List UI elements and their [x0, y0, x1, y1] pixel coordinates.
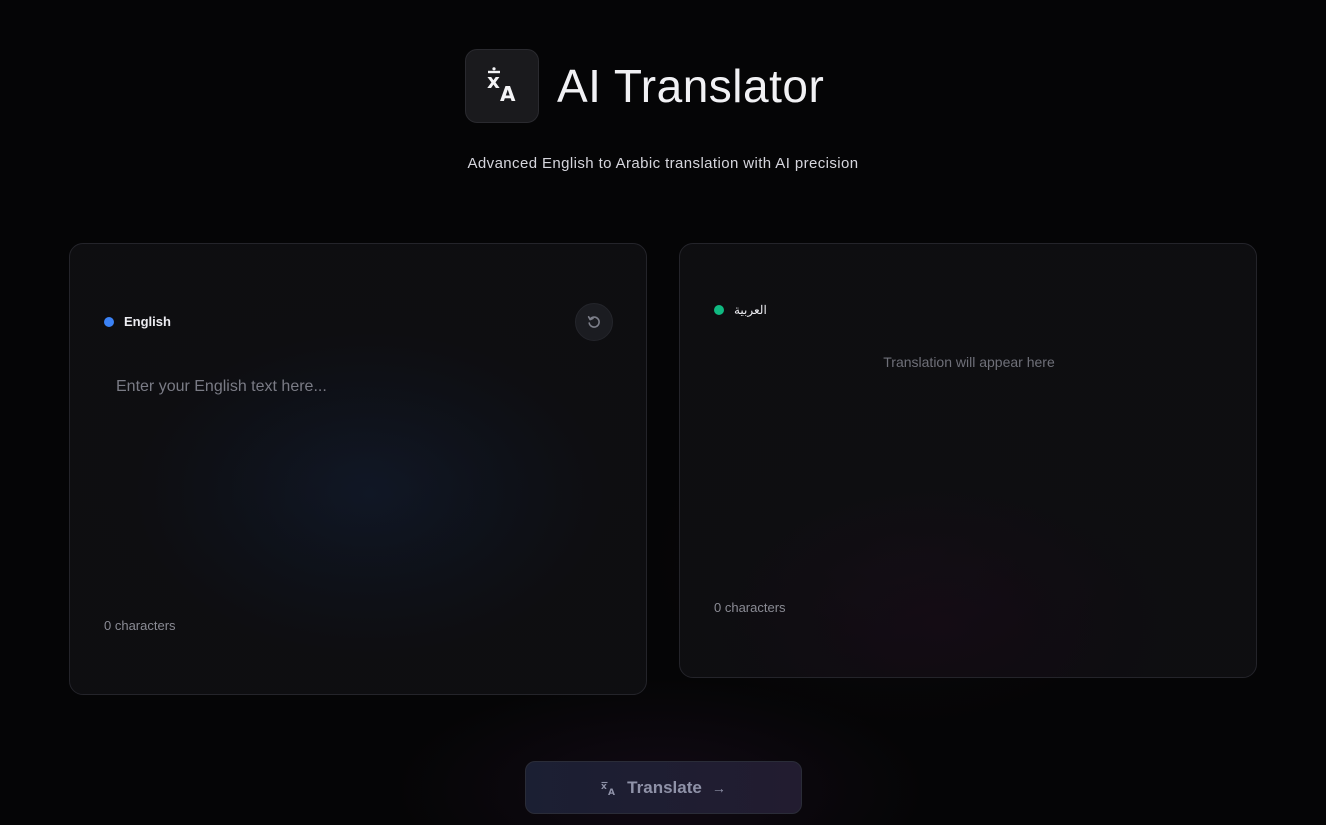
target-char-count: 0 characters: [714, 600, 786, 615]
translate-button-label: Translate: [627, 777, 702, 797]
source-language-label: English: [124, 314, 171, 329]
arrow-right-icon: →: [711, 779, 726, 796]
reset-button[interactable]: [575, 303, 613, 341]
translate-icon: x A: [601, 781, 615, 796]
svg-text:x: x: [601, 782, 607, 792]
svg-text:A: A: [500, 82, 516, 106]
source-panel: English 0 characters: [69, 243, 647, 695]
target-language-dot: [714, 305, 724, 315]
svg-text:A: A: [608, 788, 615, 796]
source-text-input[interactable]: [116, 378, 606, 588]
source-language: English: [104, 314, 171, 329]
target-language-label: العربية: [734, 303, 767, 317]
target-panel: العربية Translation will appear here 0 c…: [679, 243, 1257, 678]
translation-output: Translation will appear here: [883, 354, 1055, 370]
target-language: العربية: [714, 303, 767, 317]
app-title: AI Translator: [557, 60, 825, 112]
source-language-dot: [104, 316, 114, 327]
translate-icon: x A: [487, 67, 516, 106]
source-char-count: 0 characters: [104, 618, 176, 633]
reset-icon: [587, 316, 600, 328]
app-subtitle: Advanced English to Arabic translation w…: [467, 155, 859, 172]
app-logo: x A: [465, 49, 539, 123]
translate-button[interactable]: x A Translate →: [525, 761, 802, 814]
